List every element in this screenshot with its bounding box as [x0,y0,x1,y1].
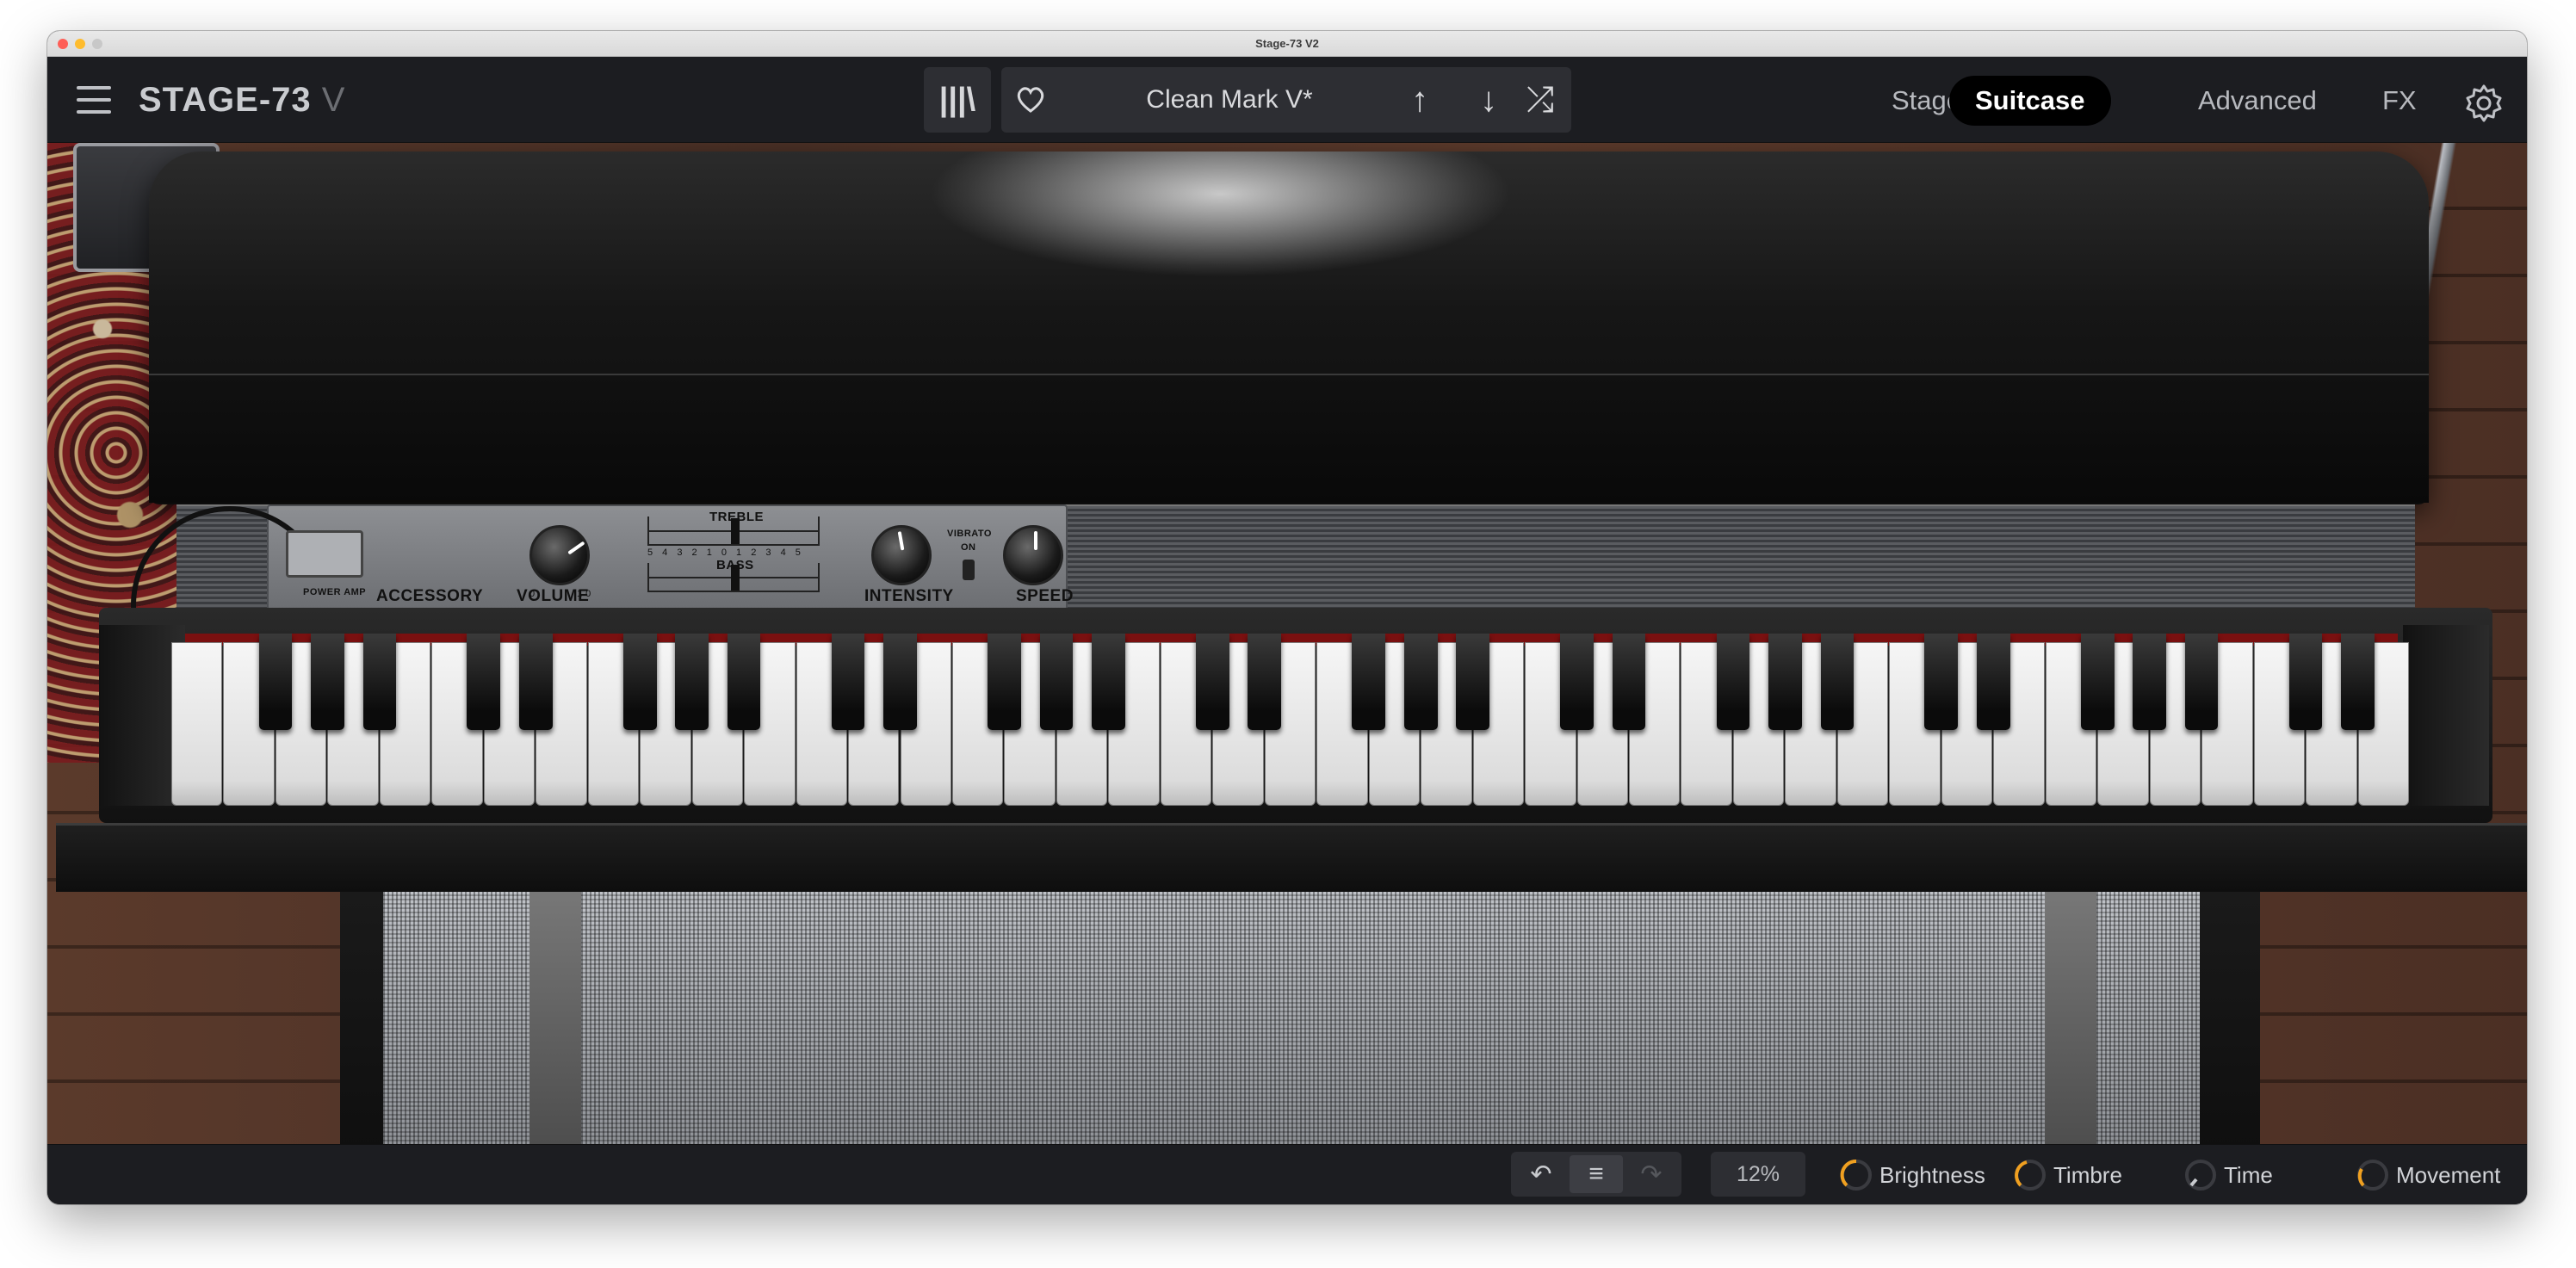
cpu-meter: 12% [1711,1152,1805,1197]
top-toolbar: STAGE-73 V |||\ Clean Mark V* ↑ ↓ ⤮ Stag… [47,57,2527,143]
right-cheek-block [2403,625,2489,806]
macro-movement-label: Movement [2396,1161,2501,1188]
vibrato-on-label: ON [961,542,976,553]
black-key[interactable] [1612,634,1646,730]
accessory-label: ACCESSORY [376,587,484,605]
tab-fx[interactable]: FX [2356,76,2443,126]
brightness-knob-icon [1840,1159,1872,1191]
macro-time-label: Time [2224,1161,2273,1188]
history-group: ↶ ≡ ↷ [1511,1152,1681,1197]
library-icon[interactable]: |||\ [924,67,991,133]
window-title: Stage-73 V2 [1255,37,1319,50]
black-key[interactable] [467,634,501,730]
logo-main: STAGE-73 [139,81,312,119]
control-panel: POWER AMP ACCESSORY 0 10 VOLUME TREBLE 5… [131,504,1073,704]
speaker-grille [383,892,2200,1144]
grille-strip-right [2045,892,2096,1144]
volume-knob[interactable] [529,525,590,585]
keyboard[interactable] [171,634,2410,806]
favorite-heart-icon[interactable] [1010,79,1051,121]
black-key[interactable] [2341,634,2375,730]
black-key[interactable] [1976,634,2010,730]
treble-label: TREBLE [709,510,764,524]
bottom-toolbar: ↶ ≡ ↷ 12% Brightness Timbre Time Movemen… [47,1144,2527,1204]
intensity-knob[interactable] [871,525,932,585]
bass-label: BASS [716,558,754,572]
volume-label: VOLUME [517,587,590,605]
macro-timbre-label: Timbre [2053,1161,2122,1188]
vibrato-switch[interactable] [963,560,975,580]
black-key[interactable] [831,634,865,730]
logo-suffix: V [321,81,346,119]
black-key[interactable] [622,634,657,730]
black-key[interactable] [2288,634,2323,730]
preset-browser-bar: Clean Mark V* ↑ ↓ ⤮ [1001,67,1571,133]
black-key[interactable] [1456,634,1489,730]
vibrato-label: VIBRATO [947,529,992,539]
black-key[interactable] [883,634,917,730]
front-rail [56,823,2527,892]
macro-brightness[interactable]: Brightness [1838,1157,1985,1193]
macro-timbre[interactable]: Timbre [2012,1157,2122,1193]
undo-icon[interactable]: ↶ [1514,1155,1568,1193]
history-menu-icon[interactable]: ≡ [1570,1155,1623,1193]
tab-advanced[interactable]: Advanced [2172,76,2343,126]
next-preset-glyph: ↓ [1480,80,1497,119]
speed-knob[interactable] [1003,525,1063,585]
black-key[interactable] [1403,634,1438,730]
power-amp-jack[interactable] [286,530,363,578]
macro-movement[interactable]: Movement [2355,1157,2500,1193]
black-key[interactable] [988,634,1021,730]
piano-lid-front [149,374,2429,503]
history-menu-glyph: ≡ [1588,1160,1604,1188]
tab-suitcase[interactable]: Suitcase [1949,76,2111,126]
black-key[interactable] [362,634,397,730]
instrument-scene: POWER AMP ACCESSORY 0 10 VOLUME TREBLE 5… [47,143,2527,1144]
black-key[interactable] [1248,634,1282,730]
black-key[interactable] [675,634,709,730]
treble-scale: 5 4 3 2 1 0 1 2 3 4 5 [647,547,804,558]
shuffle-preset-icon[interactable]: ⤮ [1520,79,1561,121]
time-knob-icon [2185,1160,2216,1191]
black-key[interactable] [1716,634,1750,730]
black-key[interactable] [1924,634,1959,730]
black-key[interactable] [1195,634,1229,730]
speed-label: SPEED [1016,587,1074,605]
black-key[interactable] [2133,634,2166,730]
next-preset-icon[interactable]: ↓ [1468,79,1509,121]
library-icon-glyph: |||\ [938,81,976,118]
main-menu-icon[interactable] [77,86,111,114]
previous-preset-glyph: ↑ [1411,80,1428,119]
black-key[interactable] [1092,634,1125,730]
black-key[interactable] [727,634,761,730]
app-window: Stage-73 V2 STAGE-73 V |||\ Clean Mark V… [47,31,2527,1204]
black-key[interactable] [311,634,344,730]
white-key[interactable] [171,642,223,806]
shuffle-preset-glyph: ⤮ [1526,80,1554,119]
macro-time[interactable]: Time [2183,1157,2273,1193]
undo-glyph: ↶ [1530,1160,1552,1189]
redo-glyph: ↷ [1640,1160,1663,1189]
power-amp-label: POWER AMP [303,587,367,597]
timbre-knob-icon [2015,1160,2046,1191]
app-logo: STAGE-73 V [139,81,345,120]
macro-brightness-label: Brightness [1879,1161,1985,1188]
black-key[interactable] [2080,634,2115,730]
black-key[interactable] [258,634,293,730]
preset-name[interactable]: Clean Mark V* [1070,85,1389,114]
black-key[interactable] [1352,634,1386,730]
black-key[interactable] [2184,634,2219,730]
settings-gear-icon[interactable] [2463,83,2505,124]
black-key[interactable] [518,634,553,730]
intensity-label: INTENSITY [864,587,954,605]
redo-icon[interactable]: ↷ [1625,1155,1678,1193]
title-bar: Stage-73 V2 [47,31,2527,57]
black-key[interactable] [1039,634,1074,730]
black-key[interactable] [1768,634,1802,730]
previous-preset-icon[interactable]: ↑ [1399,79,1440,121]
movement-knob-icon [2357,1160,2388,1191]
black-key[interactable] [1560,634,1594,730]
black-key[interactable] [1820,634,1855,730]
grille-strip-left [529,892,581,1144]
